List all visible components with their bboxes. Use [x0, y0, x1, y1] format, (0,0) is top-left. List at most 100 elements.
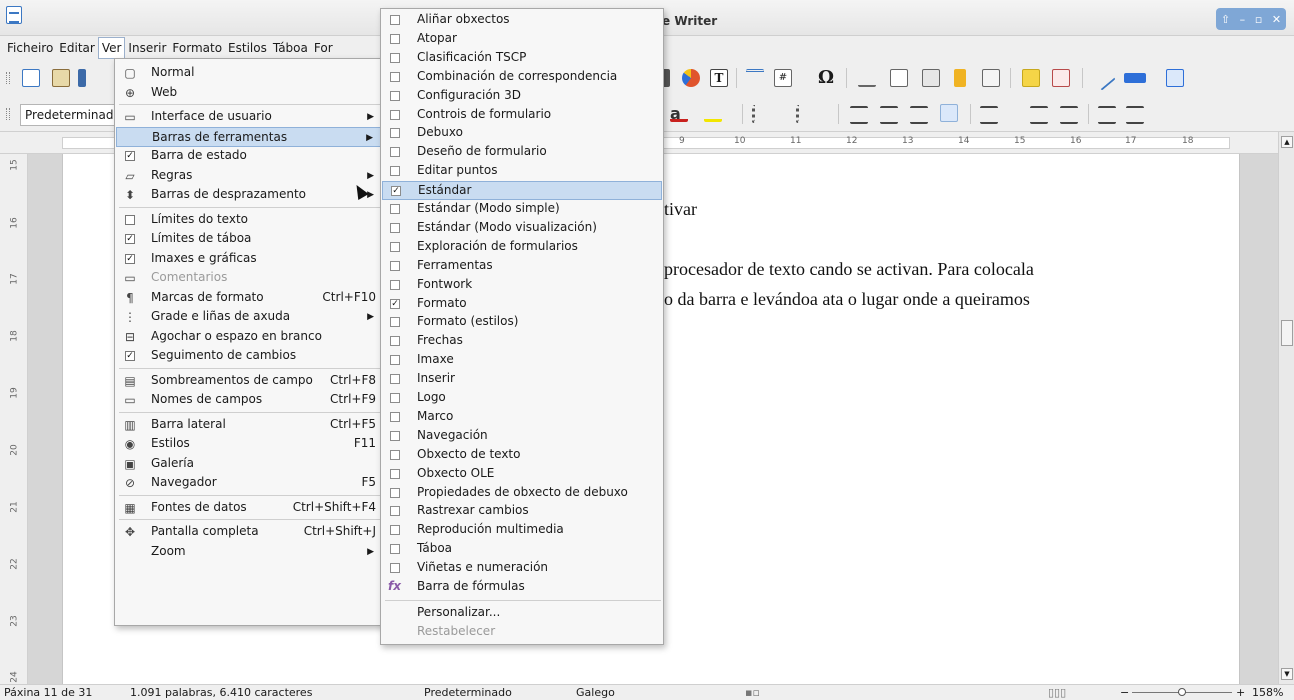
save-icon[interactable]	[78, 69, 86, 87]
toolbar-item-restabelecer[interactable]: Restabelecer	[382, 623, 662, 642]
menu-item-normal[interactable]: ▢ Normal	[116, 63, 382, 83]
cross-reference-icon[interactable]	[982, 69, 1000, 87]
toolbar-item-vinetas-e-numeracion[interactable]: Viñetas e numeración	[382, 559, 662, 578]
toolbar-item-debuxo[interactable]: Debuxo	[382, 124, 662, 143]
menu-item-web[interactable]: ⊕ Web	[116, 83, 382, 103]
menu-editar[interactable]: Editar	[56, 38, 98, 58]
vertical-scrollbar[interactable]: ▲ ▼	[1278, 132, 1294, 684]
toolbar-item-marco[interactable]: Marco	[382, 408, 662, 427]
menu-item-limites-do-texto[interactable]: Límites do texto	[116, 210, 382, 230]
menu-estilos[interactable]: Estilos	[225, 38, 270, 58]
increase-indent-icon[interactable]	[1098, 106, 1116, 124]
toolbar-item-ferramentas[interactable]: Ferramentas	[382, 257, 662, 276]
line-icon[interactable]	[1090, 65, 1116, 91]
menu-item-barras-de-desprazamento[interactable]: ⬍ Barras de desprazamento ▶	[116, 185, 382, 205]
toolbar-item-navegacion[interactable]: Navegación	[382, 427, 662, 446]
open-folder-icon[interactable]	[52, 69, 70, 87]
font-color-icon[interactable]: a	[670, 104, 688, 123]
shape-icon[interactable]	[1124, 73, 1146, 83]
bullets-icon[interactable]	[752, 105, 770, 123]
track-changes-icon[interactable]	[1052, 69, 1070, 87]
footnote-icon[interactable]	[890, 69, 908, 87]
status-language[interactable]: Galego	[576, 686, 615, 699]
toolbar-item-estandar-modo-visualizacion[interactable]: Estándar (Modo visualización)	[382, 219, 662, 238]
toolbar-item-personalizar[interactable]: Personalizar...	[382, 604, 662, 623]
menu-inserir[interactable]: Inserir	[125, 38, 169, 58]
menu-item-imaxes-e-graficas[interactable]: ✓ Imaxes e gráficas	[116, 249, 382, 269]
increase-paragraph-spacing-icon[interactable]	[1030, 106, 1048, 124]
menu-taboa[interactable]: Táboa	[270, 38, 311, 58]
toolbar-item-imaxe[interactable]: Imaxe	[382, 351, 662, 370]
toolbar-item-clasificacion-tscp[interactable]: Clasificación TSCP	[382, 49, 662, 68]
toolbar-item-propiedades-de-obxecto-de-debuxo[interactable]: Propiedades de obxecto de debuxo	[382, 484, 662, 503]
toolbar-item-formato-estilos[interactable]: Formato (estilos)	[382, 313, 662, 332]
align-right-icon[interactable]	[910, 106, 928, 124]
menu-item-limites-de-taboa[interactable]: ✓ Límites de táboa	[116, 229, 382, 249]
toolbar-grip[interactable]	[6, 108, 10, 120]
scroll-down-icon[interactable]: ▼	[1281, 668, 1293, 680]
numbering-icon[interactable]	[796, 105, 814, 123]
draw-functions-icon[interactable]	[1166, 69, 1184, 87]
toolbar-item-formato[interactable]: ✓ Formato	[382, 295, 662, 314]
menu-item-galeria[interactable]: ▣ Galería	[116, 454, 382, 474]
zoom-percentage[interactable]: 158%	[1252, 686, 1283, 699]
decrease-indent-icon[interactable]	[1126, 106, 1144, 124]
toolbar-item-taboa[interactable]: Táboa	[382, 540, 662, 559]
menu-item-navegador[interactable]: ⊘ Navegador F5	[116, 473, 382, 493]
menu-item-regras[interactable]: ▱ Regras ▶	[116, 166, 382, 186]
toolbar-item-estandar-modo-simple[interactable]: Estándar (Modo simple)	[382, 200, 662, 219]
menu-item-zoom[interactable]: Zoom ▶	[116, 542, 382, 562]
toolbar-item-frechas[interactable]: Frechas	[382, 332, 662, 351]
toolbar-item-barra-de-formulas[interactable]: fx Barra de fórmulas	[382, 578, 662, 597]
status-page-style[interactable]: Predeterminado	[424, 686, 512, 699]
menu-item-interface-de-usuario[interactable]: ▭ Interface de usuario ▶	[116, 107, 382, 127]
toolbar-item-editar-puntos[interactable]: Editar puntos	[382, 162, 662, 181]
endnote-icon[interactable]	[922, 69, 940, 87]
menu-item-barra-de-estado[interactable]: ✓ Barra de estado	[116, 146, 382, 166]
window-maximize-icon[interactable]: ▫	[1255, 13, 1262, 26]
window-up-icon[interactable]: ⇧	[1221, 13, 1230, 26]
menu-item-estilos[interactable]: ◉ Estilos F11	[116, 434, 382, 454]
toolbar-item-fontwork[interactable]: Fontwork	[382, 276, 662, 295]
menu-formato[interactable]: Formato	[169, 38, 225, 58]
window-minimize-icon[interactable]: –	[1240, 13, 1246, 26]
menu-item-pantalla-completa[interactable]: ✥ Pantalla completa Ctrl+Shift+J	[116, 522, 382, 542]
menu-formulario[interactable]: For	[311, 38, 336, 58]
toolbar-item-obxecto-de-texto[interactable]: Obxecto de texto	[382, 446, 662, 465]
zoom-in-icon[interactable]: +	[1236, 686, 1245, 699]
toolbar-item-logo[interactable]: Logo	[382, 389, 662, 408]
menu-item-nomes-de-campos[interactable]: ▭ Nomes de campos Ctrl+F9	[116, 390, 382, 410]
toolbar-item-configuracion-3d[interactable]: Configuración 3D	[382, 87, 662, 106]
line-spacing-icon[interactable]	[980, 106, 998, 124]
toolbar-item-estandar[interactable]: ✓ Estándar	[382, 181, 662, 201]
toolbar-grip[interactable]	[6, 72, 10, 84]
paragraph-style-box[interactable]: Predeterminad	[20, 104, 116, 126]
special-char-icon[interactable]: Ω	[818, 67, 836, 88]
toolbar-item-combinacion-de-correspondencia[interactable]: Combinación de correspondencia	[382, 68, 662, 87]
decrease-paragraph-spacing-icon[interactable]	[1060, 106, 1078, 124]
field-icon[interactable]: #	[774, 69, 792, 87]
toolbar-item-deseno-de-formulario[interactable]: Deseño de formulario	[382, 143, 662, 162]
menu-item-grade-e-linas-de-axuda[interactable]: ⋮ Grade e liñas de axuda ▶	[116, 307, 382, 327]
menu-item-sombreamentos-de-campo[interactable]: ▤ Sombreamentos de campo Ctrl+F8	[116, 371, 382, 391]
menu-ver[interactable]: Ver	[97, 37, 126, 59]
toolbar-item-alinar-obxectos[interactable]: Aliñar obxectos	[382, 11, 662, 30]
zoom-out-icon[interactable]: −	[1120, 686, 1129, 699]
zoom-slider-knob[interactable]	[1178, 688, 1186, 696]
view-layout-icon[interactable]: ▯▯▯	[1048, 686, 1066, 699]
menu-item-barras-de-ferramentas[interactable]: Barras de ferramentas ▶	[116, 126, 382, 147]
justify-icon[interactable]	[940, 104, 958, 122]
menu-item-marcas-de-formato[interactable]: ¶ Marcas de formato Ctrl+F10	[116, 288, 382, 308]
toolbar-item-reproducion-multimedia[interactable]: Reprodución multimedia	[382, 521, 662, 540]
highlight-icon[interactable]	[704, 104, 722, 122]
chart-icon[interactable]	[682, 69, 700, 87]
toolbar-item-atopar[interactable]: Atopar	[382, 30, 662, 49]
align-left-icon[interactable]	[850, 106, 868, 124]
menu-item-seguimento-de-cambios[interactable]: ✓ Seguimento de cambios	[116, 346, 382, 366]
bookmark-icon[interactable]	[954, 69, 966, 87]
toolbar-item-inserir[interactable]: Inserir	[382, 370, 662, 389]
scroll-up-icon[interactable]: ▲	[1281, 136, 1293, 148]
comment-icon[interactable]	[1022, 69, 1040, 87]
hyperlink-icon[interactable]	[858, 69, 876, 87]
align-center-icon[interactable]	[880, 106, 898, 124]
